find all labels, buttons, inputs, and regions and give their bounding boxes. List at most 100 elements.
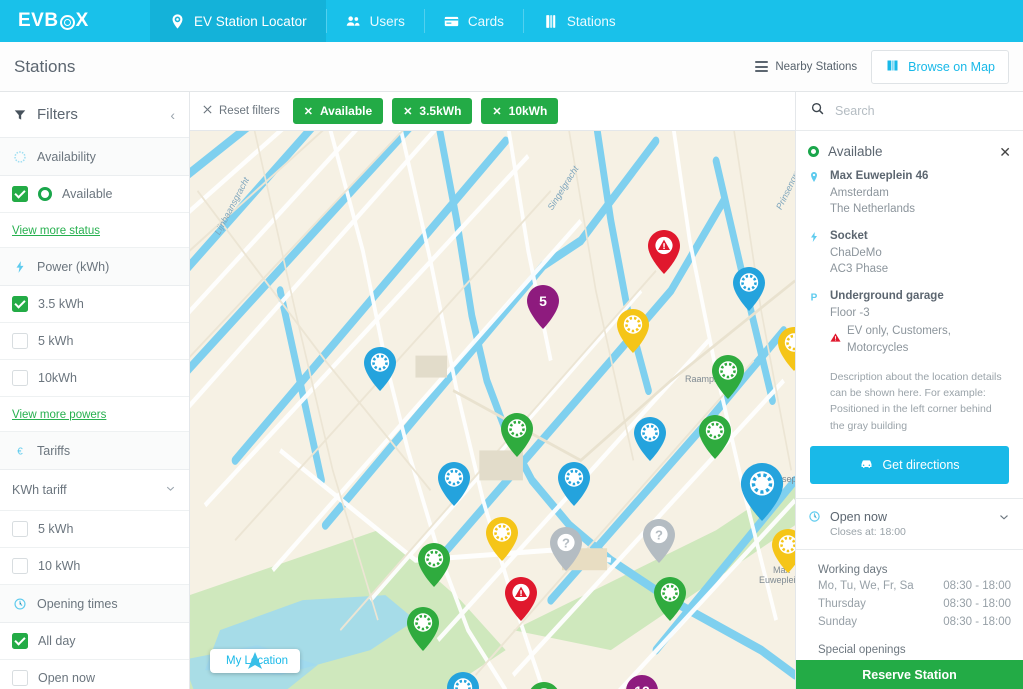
nav-label-cards: Cards <box>467 13 504 29</box>
checkbox-tariff-10[interactable] <box>12 558 28 574</box>
nav-item-ev-station-locator[interactable]: EV Station Locator <box>150 0 326 42</box>
checkbox-power-3-5[interactable] <box>12 296 28 312</box>
chip-remove-icon[interactable]: ✕ <box>304 105 313 118</box>
map-marker-occupied-selected[interactable] <box>739 463 785 521</box>
opening-hours-row: Thursday 08:30 - 18:00 <box>818 595 1011 613</box>
map-marker-unknown[interactable]: ? <box>549 527 583 571</box>
checkbox-open-now[interactable] <box>12 670 28 686</box>
map-marker-available[interactable] <box>698 415 732 459</box>
opening-hours-row: Sunday 08:30 - 18:00 <box>818 613 1011 631</box>
checkbox-power-10[interactable] <box>12 370 28 386</box>
map-marker-cluster[interactable]: 12 <box>625 675 659 689</box>
map-pin-icon <box>808 168 821 218</box>
map-marker-occupied[interactable] <box>446 672 480 689</box>
filter-option-tariff-5[interactable]: 5 kWh <box>0 511 189 548</box>
power-plug-icon <box>808 228 821 278</box>
map-marker-reserved[interactable] <box>485 517 519 561</box>
map-marker-available[interactable] <box>653 577 687 621</box>
map-marker-available[interactable] <box>417 543 451 587</box>
nearby-stations-button[interactable]: Nearby Stations <box>755 61 857 73</box>
station-address-section: Max Euweplein 46 Amsterdam The Netherlan… <box>796 168 1023 228</box>
view-more-status-link-wrap: View more status <box>0 213 189 248</box>
opening-hours-group: Working days Mo, Tu, We, Fr, Sa 08:30 - 18… <box>818 564 1011 631</box>
station-parking-title: Underground garage <box>830 290 944 303</box>
station-socket-type: ChaDeMo <box>830 246 882 259</box>
map-marker-reserved[interactable] <box>616 309 650 353</box>
checkbox-all-day[interactable] <box>12 633 28 649</box>
filter-option-power-10[interactable]: 10kWh <box>0 360 189 397</box>
filter-option-label-open-now: Open now <box>38 671 95 685</box>
browse-on-map-button[interactable]: Browse on Map <box>871 49 1009 84</box>
map-marker-occupied[interactable] <box>633 417 667 461</box>
open-now-row[interactable]: Open now Closes at: 18:00 <box>796 497 1023 550</box>
station-detail-panel: Available ✕ Max Euweplein 46 Amsterdam T… <box>795 92 1023 689</box>
my-location-button[interactable]: My Location <box>210 649 301 673</box>
chevron-down-icon <box>164 482 177 498</box>
checkbox-power-5[interactable] <box>12 333 28 349</box>
browse-on-map-label: Browse on Map <box>908 59 995 74</box>
map-marker-occupied[interactable] <box>732 267 766 311</box>
map-marker-fault[interactable] <box>647 230 681 274</box>
map-marker-available[interactable] <box>711 355 745 399</box>
list-icon <box>755 61 769 72</box>
search-input[interactable] <box>835 104 1009 118</box>
brand-logo[interactable]: EVB X <box>0 0 150 42</box>
svg-text:€: € <box>17 446 23 457</box>
top-navigation-bar: EVB X EV Station Locator Users Cards Sta… <box>0 0 1023 42</box>
map-marker-available[interactable] <box>406 607 440 651</box>
opening-hours-group-title: Special openings <box>818 644 906 657</box>
nav-item-stations[interactable]: Stations <box>522 0 635 42</box>
chevron-down-icon[interactable] <box>997 510 1011 529</box>
filter-chip-available[interactable]: ✕ Available <box>292 98 384 124</box>
chip-remove-icon[interactable]: ✕ <box>403 105 412 118</box>
filter-chip-10kwh[interactable]: ✕ 10kWh <box>481 98 559 124</box>
station-socket-phase: AC3 Phase <box>830 263 889 276</box>
view-more-status-link[interactable]: View more status <box>12 225 100 237</box>
close-icon[interactable]: ✕ <box>999 145 1011 159</box>
nav-item-cards[interactable]: Cards <box>423 0 523 42</box>
map-marker-available[interactable] <box>500 413 534 457</box>
filter-option-tariff-10[interactable]: 10 kWh <box>0 548 189 585</box>
map-marker-unknown[interactable]: ? <box>642 519 676 563</box>
opening-hours-group-title: Working days <box>818 563 888 576</box>
station-parking-floor: Floor -3 <box>830 306 870 319</box>
view-more-powers-link[interactable]: View more powers <box>12 409 106 421</box>
search-box[interactable] <box>796 92 1023 131</box>
opening-hours-row: Mo, Tu, We, Fr, Sa 08:30 - 18:00 <box>818 577 1011 595</box>
opening-hours-time: 08:30 - 18:00 <box>943 579 1011 592</box>
filter-option-label-all-day: All day <box>38 634 76 648</box>
map-marker-fault[interactable] <box>504 577 538 621</box>
map-marker-occupied[interactable] <box>557 462 591 506</box>
checkbox-tariff-5[interactable] <box>12 521 28 537</box>
open-now-title: Open now <box>830 509 887 524</box>
evbox-logo-icon <box>59 14 75 30</box>
chevron-left-icon[interactable]: ‹ <box>170 107 175 123</box>
filter-option-power-5[interactable]: 5 kWh <box>0 323 189 360</box>
reset-filters-button[interactable]: Reset filters <box>202 104 280 118</box>
reserve-station-button[interactable]: Reserve Station <box>796 660 1023 689</box>
brand-text-post: X <box>75 10 89 31</box>
users-icon <box>345 13 362 30</box>
filter-option-open-now[interactable]: Open now <box>0 660 189 689</box>
main-body: Filters ‹ Availability Available View mo… <box>0 92 1023 689</box>
filter-group-power: Power (kWh) <box>0 248 189 286</box>
chip-remove-icon[interactable]: ✕ <box>492 105 501 118</box>
interactive-map[interactable]: SingelgrachtPrinsengrachtSpiegelgrachtLi… <box>190 131 795 689</box>
map-marker-reserved[interactable] <box>777 327 795 371</box>
checkbox-available[interactable] <box>12 186 28 202</box>
map-marker-occupied[interactable] <box>437 462 471 506</box>
filter-option-power-3-5[interactable]: 3.5 kWh <box>0 286 189 323</box>
filter-chip-3-5kwh[interactable]: ✕ 3.5kWh <box>392 98 473 124</box>
view-more-powers-link-wrap: View more powers <box>0 397 189 432</box>
map-marker-cluster[interactable]: 5 <box>526 285 560 329</box>
get-directions-button[interactable]: Get directions <box>810 445 1009 484</box>
map-marker-reserved[interactable] <box>771 529 795 573</box>
tariff-select[interactable]: KWh tariff <box>0 470 189 511</box>
map-marker-occupied[interactable] <box>363 347 397 391</box>
map-marker-available[interactable] <box>527 682 561 689</box>
filter-option-available[interactable]: Available <box>0 176 189 213</box>
filter-option-all-day[interactable]: All day <box>0 623 189 660</box>
nav-item-users[interactable]: Users <box>325 0 424 42</box>
station-status-row: Available ✕ <box>796 131 1023 168</box>
station-socket-section: Socket ChaDeMo AC3 Phase <box>796 228 1023 288</box>
